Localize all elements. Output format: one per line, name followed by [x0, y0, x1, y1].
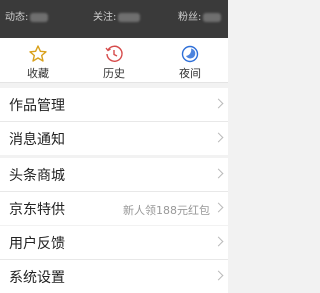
- menu-item-label: 用户反馈: [9, 236, 65, 252]
- fans-label: 粉丝:: [178, 12, 202, 23]
- chevron-right-icon: [213, 270, 224, 281]
- star-icon: [29, 45, 47, 62]
- following-label: 关注:: [93, 12, 117, 23]
- menu-item-label: 头条商城: [9, 168, 65, 184]
- menu-item-jd[interactable]: 京东特供 新人领188元红包: [0, 192, 228, 225]
- chevron-right-icon: [213, 236, 224, 247]
- following-count[interactable]: 关注:: [93, 10, 141, 26]
- posts-label: 动态:: [5, 12, 29, 23]
- fans-count[interactable]: 粉丝:: [178, 10, 222, 26]
- menu-item-works[interactable]: 作品管理: [0, 88, 228, 122]
- menu-group-content: 作品管理 消息通知: [0, 88, 228, 155]
- chevron-right-icon: [213, 202, 224, 213]
- following-value-blurred: [118, 12, 141, 22]
- history-button[interactable]: 历史: [76, 38, 152, 82]
- quick-actions: 收藏 历史 夜间: [0, 38, 228, 83]
- fans-value-blurred: [203, 12, 222, 22]
- menu-group-system: 用户反馈 系统设置: [0, 226, 228, 293]
- chevron-right-icon: [213, 132, 224, 143]
- night-mode-button[interactable]: 夜间: [152, 38, 228, 82]
- menu-item-label: 京东特供: [9, 202, 65, 218]
- menu-item-mall[interactable]: 头条商城: [0, 158, 228, 192]
- menu-item-label: 作品管理: [9, 98, 65, 114]
- chevron-right-icon: [213, 168, 224, 179]
- posts-count[interactable]: 动态:: [5, 10, 49, 26]
- posts-value-blurred: [30, 12, 49, 22]
- history-label: 历史: [103, 67, 125, 80]
- favorites-button[interactable]: 收藏: [0, 38, 76, 82]
- menu-group-shopping: 头条商城 京东特供 新人领188元红包: [0, 158, 228, 225]
- night-mode-icon: [181, 45, 199, 63]
- night-mode-label: 夜间: [179, 67, 201, 80]
- menu-item-settings[interactable]: 系统设置: [0, 260, 228, 293]
- menu-item-feedback[interactable]: 用户反馈: [0, 226, 228, 260]
- jd-promo-text: 新人领188元红包: [123, 204, 210, 217]
- chevron-right-icon: [213, 98, 224, 109]
- history-clock-icon: [105, 45, 123, 62]
- menu-item-label: 消息通知: [9, 132, 65, 148]
- menu-item-messages[interactable]: 消息通知: [0, 122, 228, 155]
- user-stats-bar: 动态: 关注: 粉丝:: [0, 0, 228, 38]
- favorites-label: 收藏: [27, 67, 49, 80]
- menu-item-label: 系统设置: [9, 270, 65, 286]
